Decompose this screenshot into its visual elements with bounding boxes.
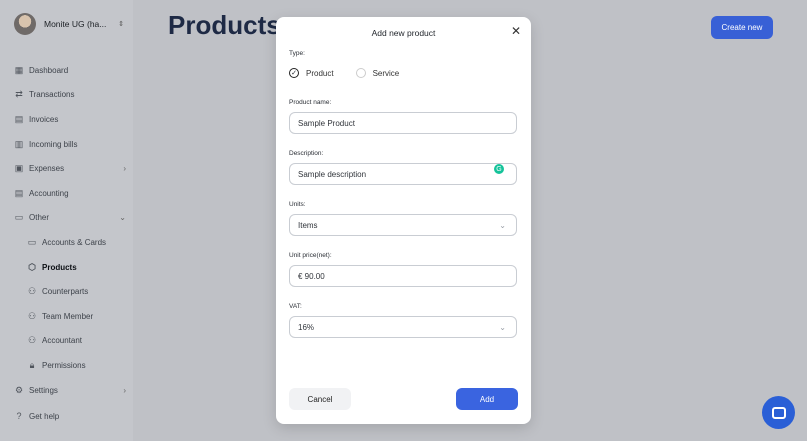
expenses-icon: ▣	[14, 163, 24, 174]
account-switcher[interactable]: Monite UG (ha... ⇕	[14, 13, 124, 35]
chat-launcher-button[interactable]	[762, 396, 795, 429]
transfer-icon: ⇄	[15, 89, 23, 100]
sidebar-item-label: Transactions	[29, 90, 75, 100]
vat-select[interactable]: 16% ⌄	[289, 316, 517, 338]
chat-icon	[771, 406, 786, 419]
unit-price-value: € 90.00	[298, 271, 325, 281]
unit-price-label: Unit price(net):	[289, 252, 332, 259]
add-button[interactable]: Add	[456, 388, 518, 410]
type-radio-group: ✓ Product Service	[289, 68, 421, 78]
chevron-right-icon: ›	[123, 164, 126, 174]
description-label: Description:	[289, 150, 324, 157]
sidebar-item-label: Settings	[29, 385, 58, 395]
lock-icon: 🔒︎	[29, 359, 35, 370]
chevron-down-icon: ⌄	[499, 220, 506, 230]
invoice-icon: ▤	[14, 113, 24, 124]
radio-service-label: Service	[372, 68, 400, 78]
help-icon: ?	[16, 411, 22, 422]
sidebar-item-label: Accounting	[29, 188, 69, 198]
sidebar-item-get-help[interactable]: ? Get help	[14, 404, 126, 429]
sidebar-item-label: Team Member	[42, 311, 94, 321]
radio-product-label: Product	[306, 68, 334, 78]
sidebar-item-counterparts[interactable]: ⚇ Counterparts	[14, 279, 126, 304]
grid-icon: ▦	[14, 64, 24, 75]
box-icon: ⬡	[28, 261, 36, 272]
sidebar-item-team-member[interactable]: ⚇ Team Member	[14, 304, 126, 329]
sidebar-item-invoices[interactable]: ▤ Invoices	[14, 107, 126, 132]
sidebar-item-label: Accountant	[42, 336, 83, 346]
account-name: Monite UG (ha...	[44, 19, 107, 29]
grammarly-icon[interactable]: G	[494, 164, 504, 174]
product-name-label: Product name:	[289, 99, 332, 106]
radio-service[interactable]	[355, 68, 366, 78]
people-icon: ⚇	[27, 335, 37, 346]
radio-product[interactable]: ✓	[289, 68, 299, 78]
product-name-value: Sample Product	[298, 118, 355, 128]
sidebar-item-accounting[interactable]: ▤ Accounting	[14, 181, 126, 206]
description-value: Sample description	[298, 169, 367, 179]
sidebar-item-settings[interactable]: ⚙ Settings ›	[14, 378, 126, 403]
product-name-input[interactable]: Sample Product	[289, 112, 517, 134]
sidebar-item-label: Invoices	[29, 114, 59, 124]
sidebar-item-products[interactable]: ⬡ Products	[14, 255, 126, 280]
close-icon[interactable]: ✕	[511, 25, 521, 37]
sidebar-item-incoming-bills[interactable]: ▥ Incoming bills	[14, 132, 126, 157]
bill-icon: ▥	[14, 138, 24, 149]
page-title: Products	[168, 10, 281, 40]
create-new-button[interactable]: Create new	[711, 16, 773, 39]
sidebar-item-dashboard[interactable]: ▦ Dashboard	[14, 58, 126, 83]
vat-label: VAT:	[289, 303, 302, 310]
description-input[interactable]: Sample description G	[289, 163, 517, 185]
sidebar-item-accountant[interactable]: ⚇ Accountant	[14, 329, 126, 354]
sidebar-item-transactions[interactable]: ⇄ Transactions	[14, 83, 126, 108]
sidebar-item-label: Expenses	[29, 164, 65, 174]
chevron-down-icon: ⌄	[119, 213, 126, 223]
sidebar-item-label: Accounts & Cards	[42, 237, 107, 247]
dialog-title: Add new product	[371, 28, 436, 38]
people-icon: ⚇	[27, 286, 37, 297]
avatar	[14, 13, 36, 35]
sidebar-item-label: Counterparts	[42, 287, 89, 297]
sidebar-item-accounts-cards[interactable]: ▭ Accounts & Cards	[14, 230, 126, 255]
sidebar-item-other[interactable]: ▭ Other ⌄	[14, 206, 126, 231]
chevron-right-icon: ›	[123, 385, 126, 395]
sidebar-item-expenses[interactable]: ▣ Expenses ›	[14, 156, 126, 181]
vat-value: 16%	[298, 322, 315, 332]
sidebar-item-label: Incoming bills	[29, 139, 78, 149]
sidebar-nav: ▦ Dashboard ⇄ Transactions ▤ Invoices ▥ …	[14, 58, 126, 422]
cancel-button[interactable]: Cancel	[289, 388, 351, 410]
units-label: Units:	[289, 201, 306, 208]
archive-icon: ▭	[14, 212, 24, 223]
sidebar-item-label: Products	[42, 262, 77, 272]
unit-price-input[interactable]: € 90.00	[289, 265, 517, 287]
type-label: Type:	[289, 50, 305, 57]
sidebar-item-label: Dashboard	[29, 65, 69, 75]
sidebar-item-label: Permissions	[42, 360, 86, 370]
units-select[interactable]: Items ⌄	[289, 214, 517, 236]
add-product-dialog: Add new product ✕ Type: ✓ Product Servic…	[276, 17, 531, 424]
sidebar-item-label: Get help	[29, 411, 60, 421]
people-icon: ⚇	[27, 310, 37, 321]
sidebar: Monite UG (ha... ⇕ ▦ Dashboard ⇄ Transac…	[0, 0, 133, 441]
units-value: Items	[298, 220, 318, 230]
accounting-icon: ▤	[14, 187, 24, 198]
chevron-down-icon: ⌄	[499, 322, 506, 332]
sidebar-item-label: Other	[29, 213, 50, 223]
sidebar-item-permissions[interactable]: 🔒︎ Permissions	[14, 353, 126, 378]
card-icon: ▭	[27, 236, 37, 247]
gear-icon: ⚙	[14, 384, 24, 395]
chevron-updown-icon: ⇕	[118, 21, 124, 28]
